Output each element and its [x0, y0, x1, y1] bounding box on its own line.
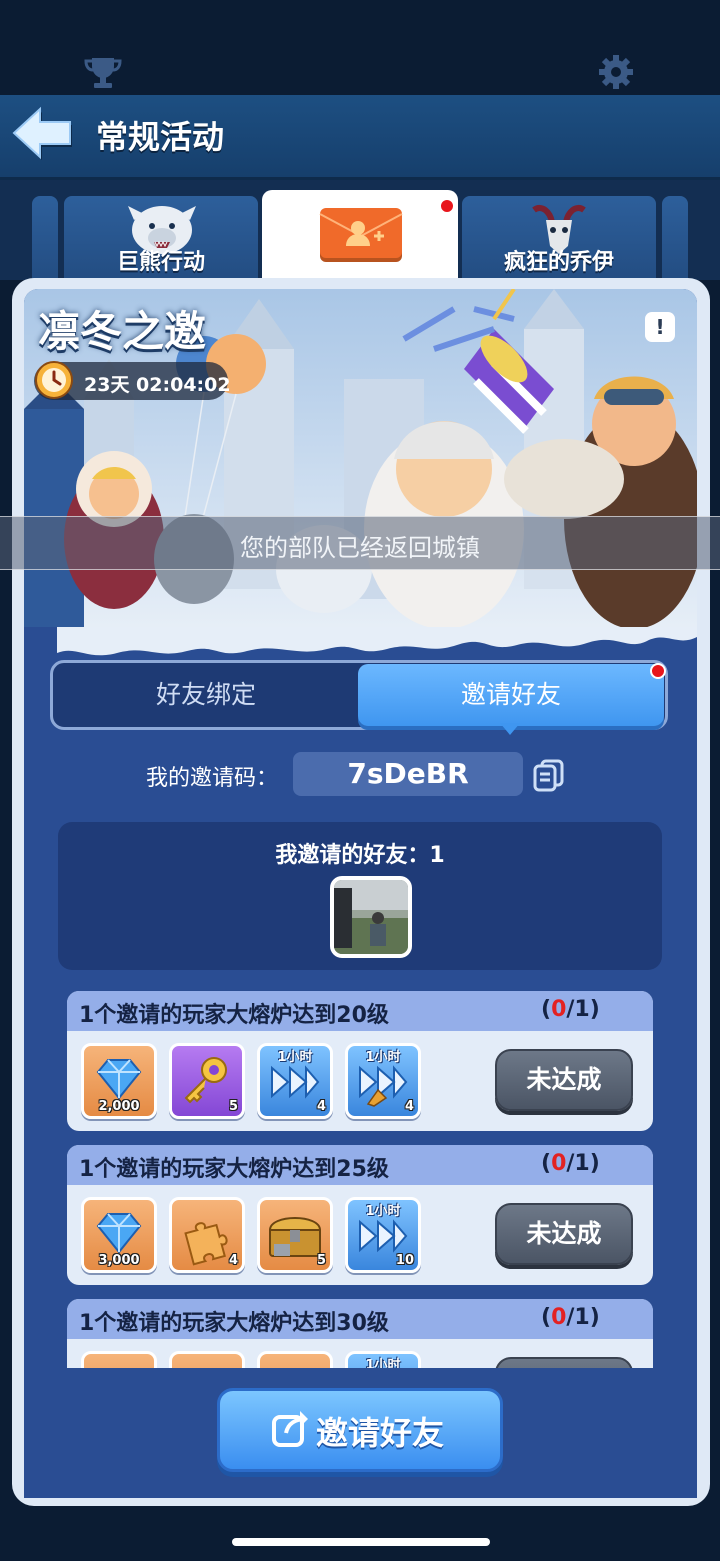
segment-friend-bind[interactable]: 好友绑定 [50, 660, 362, 730]
reward-diamond[interactable]: 2,000 [81, 1043, 157, 1119]
tab-label: 疯狂的乔伊 [503, 250, 614, 275]
reward-qty: 4 [404, 1099, 414, 1114]
reward-speedup[interactable]: 1小时 10 [345, 1197, 421, 1273]
invite-code-value: 7sDeBR [293, 752, 523, 796]
reward-treasure-chest[interactable]: 5 [257, 1197, 333, 1273]
tab-bear-operation[interactable]: 巨熊行动 [64, 196, 258, 280]
trophy-icon[interactable] [84, 56, 122, 90]
task-title: 1个邀请的玩家大熔炉达到25级 [79, 1157, 389, 1182]
task-title: 1个邀请的玩家大熔炉达到30级 [79, 1311, 389, 1336]
tab-winter-invite[interactable] [262, 190, 458, 282]
reward-qty: 5 [316, 1253, 326, 1268]
task-card: 1个邀请的玩家大熔炉达到25级 (0/1) 3,000 4 5 1小时 10 未… [67, 1145, 653, 1285]
task-card: 1个邀请的玩家大熔炉达到20级 (0/1) 2,000 5 1小时 4 1小时 … [67, 991, 653, 1131]
task-progress: (0/1) [541, 1151, 600, 1176]
tab-label: 巨熊行动 [116, 250, 205, 275]
gear-icon[interactable] [597, 53, 635, 91]
claim-button-not-reached[interactable]: 未达成 [495, 1203, 633, 1265]
task-title: 1个邀请的玩家大熔炉达到20级 [79, 1003, 389, 1028]
invite-friends-label: 邀请好友 [316, 1414, 445, 1452]
clock-icon [34, 360, 74, 400]
reward-build-speedup[interactable]: 1小时 4 [345, 1043, 421, 1119]
tab-offscreen-right[interactable] [662, 196, 688, 280]
reward-duration: 1小时 [365, 1050, 401, 1065]
reward-qty: 3,000 [98, 1253, 140, 1268]
reward-speedup[interactable]: 1小时 4 [257, 1043, 333, 1119]
page-title: 常规活动 [96, 118, 225, 156]
share-icon [270, 1407, 312, 1449]
task-progress: (0/1) [541, 997, 600, 1022]
reward-diamond[interactable]: 3,000 [81, 1197, 157, 1273]
reward-qty: 10 [395, 1253, 414, 1268]
event-title: 凛冬之邀 [38, 307, 207, 356]
invite-envelope-icon [319, 208, 403, 262]
invite-code-label: 我的邀请码： [146, 766, 279, 791]
info-button[interactable]: ! [645, 312, 675, 342]
reward-gold-key[interactable]: 5 [169, 1043, 245, 1119]
reward-qty: 4 [316, 1099, 326, 1114]
copy-icon[interactable] [532, 758, 566, 792]
task-progress: (0/1) [541, 1305, 600, 1330]
segment-pointer [500, 722, 520, 736]
reward-puzzle-piece[interactable]: 4 [169, 1197, 245, 1273]
avatar[interactable] [330, 876, 412, 958]
reward-qty: 2,000 [98, 1099, 140, 1114]
notification-badge [439, 198, 455, 214]
segment-invite-friends[interactable]: 邀请好友 [358, 664, 664, 726]
event-timer: 23天 02:04:02 [84, 374, 231, 396]
claim-button-not-reached[interactable]: 未达成 [495, 1049, 633, 1111]
home-indicator[interactable] [232, 1538, 490, 1546]
reward-qty: 5 [228, 1099, 238, 1114]
reward-qty: 4 [228, 1253, 238, 1268]
tab-offscreen-left[interactable] [32, 196, 58, 280]
back-arrow-icon[interactable] [10, 105, 76, 161]
reward-duration: 1小时 [277, 1050, 313, 1065]
notification-badge [650, 663, 666, 679]
toast-message: 您的部队已经返回城镇 [240, 534, 480, 562]
reward-duration: 1小时 [365, 1204, 401, 1219]
snow-edge-decoration [24, 617, 697, 657]
invited-friends-count: 我邀请的好友：1 [275, 843, 445, 868]
tab-crazy-joy[interactable]: 疯狂的乔伊 [462, 196, 656, 280]
